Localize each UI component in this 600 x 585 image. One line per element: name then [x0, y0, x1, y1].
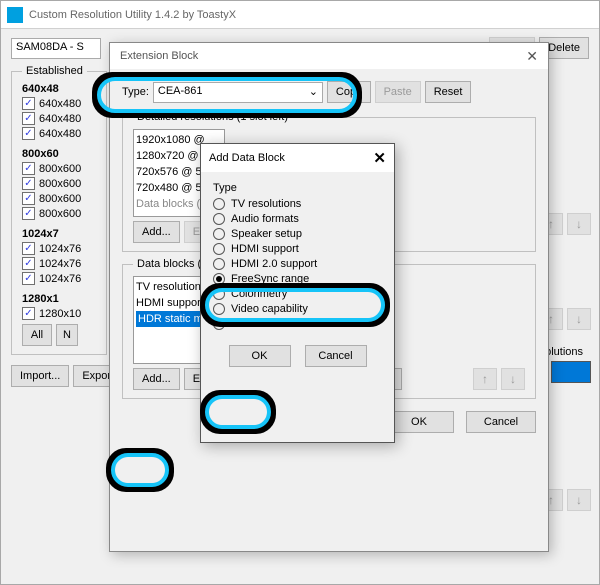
radio-hdmi[interactable]: HDMI support	[213, 243, 382, 255]
det-add-button[interactable]: Add...	[133, 221, 180, 243]
close-icon[interactable]: ✕	[373, 149, 386, 167]
checkbox[interactable]: ✓	[22, 207, 35, 220]
radio-video[interactable]: Video capability	[213, 303, 382, 315]
established-legend: Established	[22, 65, 87, 77]
blocks-up-button[interactable]: ↑	[473, 368, 497, 390]
adb-title: Add Data Block	[209, 152, 285, 164]
radio-audio[interactable]: Audio formats	[213, 213, 382, 225]
import-button[interactable]: Import...	[11, 365, 69, 387]
app-title: Custom Resolution Utility 1.4.2 by Toast…	[29, 9, 236, 21]
checkbox[interactable]: ✓	[22, 127, 35, 140]
checkbox[interactable]: ✓	[22, 307, 35, 320]
radio-tv[interactable]: TV resolutions	[213, 198, 382, 210]
reset-button-ext[interactable]: Reset	[425, 81, 472, 103]
checkbox[interactable]: ✓	[22, 257, 35, 270]
checkbox[interactable]: ✓	[22, 272, 35, 285]
radio-hdr[interactable]: HDR static metadata	[213, 318, 382, 330]
group-1280: 1280x1	[22, 293, 96, 305]
group-1024: 1024x7	[22, 228, 96, 240]
group-800: 800x60	[22, 148, 96, 160]
blocks-add-button[interactable]: Add...	[133, 368, 180, 390]
ext-cancel-button[interactable]: Cancel	[466, 411, 536, 433]
radio-freesync[interactable]: FreeSync range	[213, 273, 382, 285]
checkbox[interactable]: ✓	[22, 242, 35, 255]
radio-colorimetry[interactable]: Colorimetry	[213, 288, 382, 300]
selected-strip	[551, 361, 591, 383]
checkbox[interactable]: ✓	[22, 162, 35, 175]
app-icon	[7, 7, 23, 23]
checkbox[interactable]: ✓	[22, 192, 35, 205]
copy-button[interactable]: Copy	[327, 81, 371, 103]
type-label: Type:	[122, 86, 149, 98]
label-olutions: olutions	[545, 346, 583, 358]
title-bar: Custom Resolution Utility 1.4.2 by Toast…	[1, 1, 599, 29]
blocks-down-button[interactable]: ↓	[501, 368, 525, 390]
checkbox[interactable]: ✓	[22, 112, 35, 125]
monitor-select[interactable]: SAM08DA - S	[11, 38, 101, 59]
detailed-legend: Detailed resolutions (1 slot left)	[133, 111, 292, 123]
type-select[interactable]: CEA-861⌄	[153, 82, 323, 103]
adb-type-label: Type	[213, 182, 382, 194]
adb-cancel-button[interactable]: Cancel	[305, 345, 367, 367]
down-button-3[interactable]: ↓	[567, 489, 591, 511]
radio-hdmi2[interactable]: HDMI 2.0 support	[213, 258, 382, 270]
adb-ok-button[interactable]: OK	[229, 345, 291, 367]
checkbox[interactable]: ✓	[22, 177, 35, 190]
down-button[interactable]: ↓	[567, 213, 591, 235]
radio-speaker[interactable]: Speaker setup	[213, 228, 382, 240]
n-button[interactable]: N	[56, 324, 78, 346]
checkbox[interactable]: ✓	[22, 97, 35, 110]
group-640: 640x48	[22, 83, 96, 95]
paste-button-ext[interactable]: Paste	[375, 81, 421, 103]
down-button-2[interactable]: ↓	[567, 308, 591, 330]
add-data-block-dialog: Add Data Block ✕ Type TV resolutions Aud…	[200, 143, 395, 443]
all-button[interactable]: All	[22, 324, 52, 346]
close-icon[interactable]: ✕	[526, 48, 538, 65]
ext-title: Extension Block	[120, 50, 198, 62]
